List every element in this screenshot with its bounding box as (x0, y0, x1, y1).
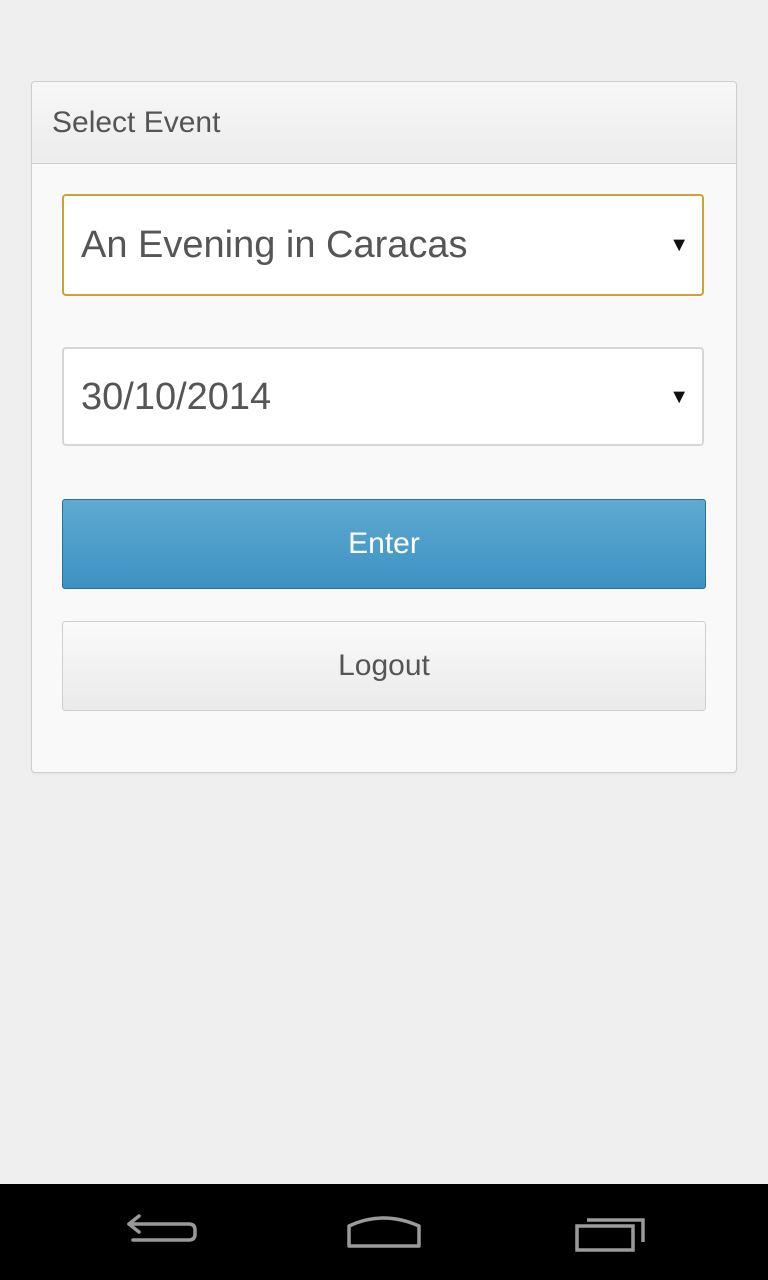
system-navigation-bar (0, 1184, 768, 1280)
home-button[interactable] (339, 1208, 429, 1256)
dropdown-caret-icon: ▼ (669, 385, 689, 408)
date-select-value: 30/10/2014 (81, 375, 272, 418)
panel-title: Select Event (52, 106, 221, 139)
back-icon (127, 1214, 197, 1242)
recent-apps-button[interactable] (565, 1208, 655, 1256)
app-screen: Select Event An Evening in Caracas ▼ 30/… (0, 0, 768, 1184)
logout-button[interactable]: Logout (62, 621, 706, 711)
dropdown-caret-icon: ▼ (669, 234, 689, 256)
panel-header: Select Event (32, 82, 736, 164)
event-select[interactable]: An Evening in Caracas ▼ (62, 194, 704, 296)
date-select[interactable]: 30/10/2014 ▼ (62, 347, 704, 446)
back-button[interactable] (115, 1208, 205, 1256)
home-icon (347, 1216, 421, 1248)
recent-apps-icon (575, 1218, 645, 1252)
select-event-panel: Select Event An Evening in Caracas ▼ 30/… (31, 81, 737, 773)
enter-button[interactable]: Enter (62, 499, 706, 589)
event-select-value: An Evening in Caracas (81, 224, 468, 266)
